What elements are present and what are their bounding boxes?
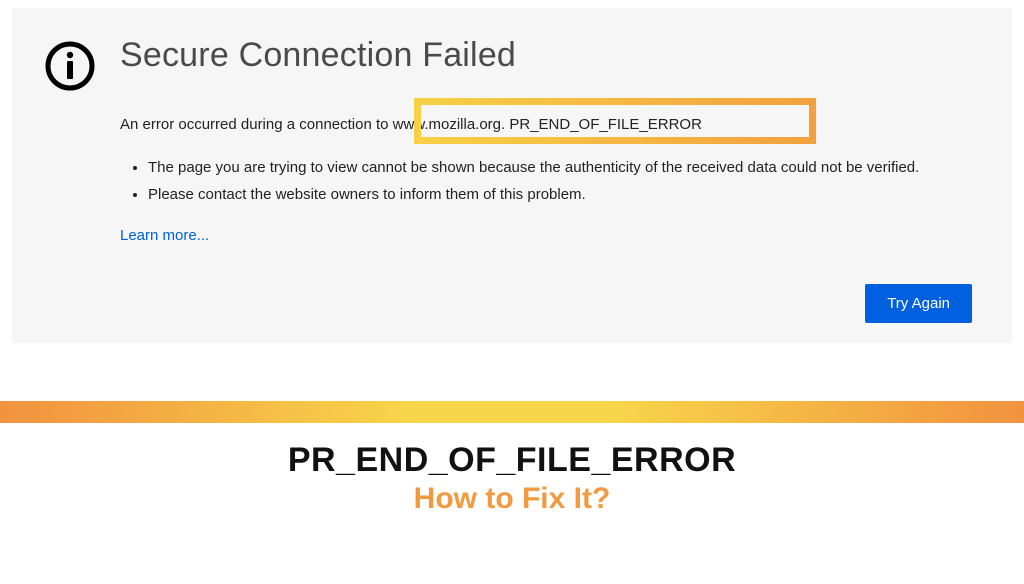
error-body: An error occurred during a connection to…	[120, 116, 972, 245]
caption-sub: How to Fix It?	[0, 482, 1024, 516]
caption-block: PR_END_OF_FILE_ERROR How to Fix It?	[0, 441, 1024, 516]
error-bullet: The page you are trying to view cannot b…	[148, 156, 972, 179]
caption-main: PR_END_OF_FILE_ERROR	[0, 441, 1024, 480]
info-icon	[44, 40, 96, 92]
error-panel: Secure Connection Failed An error occurr…	[12, 8, 1012, 343]
error-bullet: Please contact the website owners to inf…	[148, 183, 972, 206]
error-title: Secure Connection Failed	[120, 36, 516, 75]
error-subtitle: An error occurred during a connection to…	[120, 116, 702, 133]
gradient-divider	[0, 401, 1024, 423]
error-header: Secure Connection Failed	[44, 36, 972, 92]
learn-more-link[interactable]: Learn more...	[120, 227, 209, 244]
try-again-button[interactable]: Try Again	[865, 284, 972, 323]
error-list: The page you are trying to view cannot b…	[148, 156, 972, 207]
